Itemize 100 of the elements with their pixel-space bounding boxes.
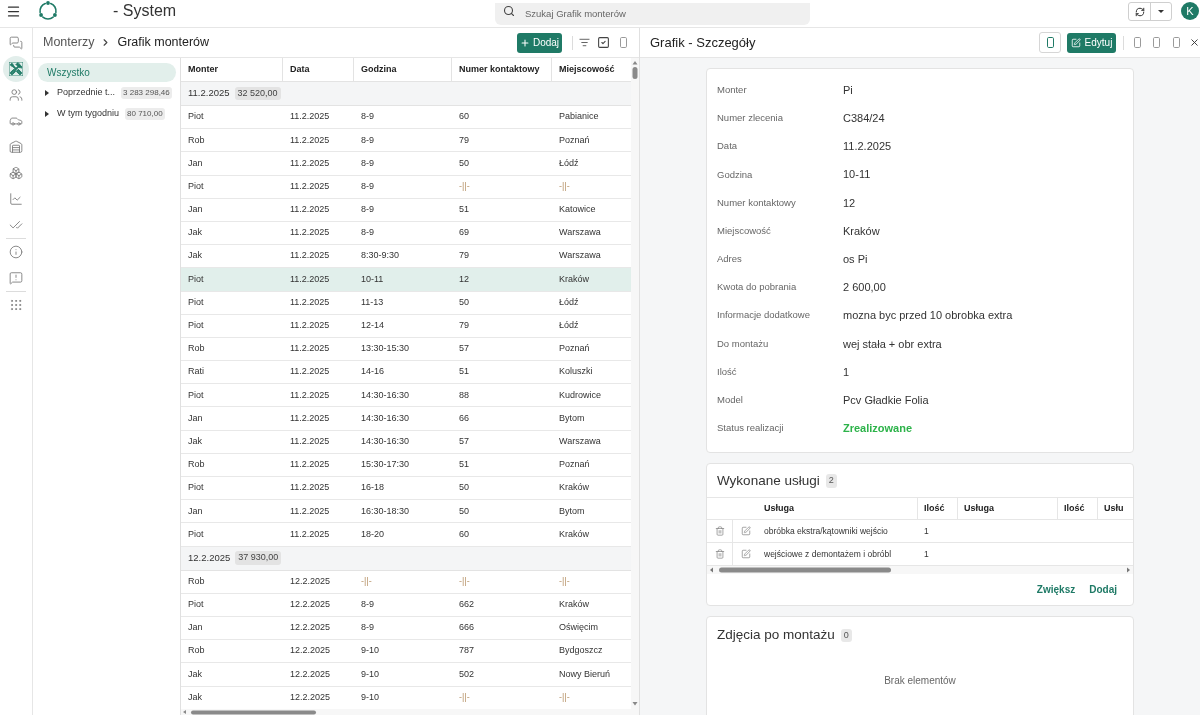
increase-button[interactable]: Zwiększ [1036, 582, 1076, 598]
table-cell-text: Jak [187, 690, 203, 704]
column-header[interactable]: Usługa [958, 498, 1058, 520]
add-service-button[interactable]: Dodaj [1089, 582, 1117, 598]
table-cell-text: 13:30-15:30 [360, 342, 411, 356]
table-cell-text: 14-16 [360, 365, 386, 379]
table-cell-text: Łódź [558, 319, 580, 333]
column-header[interactable]: Usłu [1098, 498, 1133, 520]
column-header[interactable]: Ilość [918, 498, 958, 520]
table-cell-text: Rob [187, 458, 206, 472]
table-cell-text: Poznań [558, 133, 591, 147]
table-cell-text: 50 [458, 481, 470, 495]
table-cell-text: 11.2.2025 [289, 481, 331, 495]
table-cell-text: 11.2.2025 [289, 156, 331, 170]
table-cell-text: Łódź [558, 156, 580, 170]
table-cell-text: 16-18 [360, 481, 386, 495]
rectangle-icon[interactable] [1173, 37, 1180, 48]
field-label: Kwota do pobrania [717, 280, 798, 295]
table-cell-text: 50 [458, 156, 470, 170]
edit-icon[interactable] [740, 549, 751, 560]
edit-button[interactable]: Edytuj [1067, 32, 1116, 53]
table-cell-text: 79 [458, 319, 470, 333]
table-cell-text: -||- [360, 574, 373, 588]
table-cell-text: Jak [187, 434, 203, 448]
table-cell-text: -||- [458, 574, 471, 588]
field-value: mozna byc przed 10 obrobka extra [843, 308, 1013, 324]
view-button[interactable] [1039, 32, 1061, 53]
user-avatar[interactable]: K [1181, 2, 1199, 20]
table-cell-text: 50 [458, 295, 470, 309]
search-field[interactable]: Szukaj Grafik monterów [495, 2, 810, 25]
group-date: 12.2.2025 [188, 550, 231, 565]
table-cell-text: Rob [187, 574, 206, 588]
tree-item[interactable]: Wszystko [38, 63, 176, 82]
add-button[interactable]: Dodaj [517, 32, 562, 53]
column-header[interactable]: Usługa [758, 498, 918, 520]
feedback-icon [9, 271, 23, 285]
column-header[interactable]: Data [283, 58, 354, 81]
tree-item[interactable]: W tym tygodniu [55, 106, 122, 121]
rectangle-icon[interactable] [1134, 37, 1141, 48]
panel-title: Grafik - Szczegóły [650, 33, 756, 52]
horizontal-scrollbar[interactable] [707, 566, 1133, 575]
table-cell-text: Warszawa [558, 434, 602, 448]
table-cell-text: 51 [458, 203, 470, 217]
tree-item[interactable]: Poprzednie t... [55, 85, 118, 100]
horizontal-scrollbar[interactable] [181, 709, 639, 715]
vertical-scrollbar[interactable] [631, 58, 639, 709]
nav-button[interactable] [3, 56, 29, 82]
close-icon[interactable] [1189, 37, 1200, 48]
table-cell-text: 662 [458, 598, 476, 612]
table-cell-text: 9-10 [360, 667, 380, 681]
trash-icon[interactable] [714, 526, 725, 537]
table-cell-text: 11.2.2025 [289, 458, 331, 472]
table-cell-text: 11.2.2025 [289, 179, 331, 193]
amount-badge: 80 710,00 [125, 107, 165, 120]
table-cell-text: -||- [458, 690, 471, 704]
caret-icon[interactable] [45, 110, 49, 117]
table-cell-text: Rob [187, 342, 206, 356]
tools-icon [9, 62, 23, 76]
table-cell-text: Piot [187, 110, 205, 124]
column-header[interactable]: Monter [181, 58, 283, 81]
field-label: Status realizacji [717, 421, 785, 436]
table-cell-text: 12 [458, 272, 470, 286]
filter-icon[interactable] [579, 37, 590, 48]
table-cell-text: 11.2.2025 [289, 365, 331, 379]
table-cell-text: 11.2.2025 [289, 434, 331, 448]
table-cell-text: 60 [458, 110, 470, 124]
edit-icon [1070, 37, 1081, 48]
field-label: Numer kontaktowy [717, 195, 797, 210]
edit-icon[interactable] [740, 526, 751, 537]
column-header[interactable]: Numer kontaktowy [452, 58, 552, 81]
table-cell-text: 11.2.2025 [289, 203, 331, 217]
field-value: Kraków [843, 223, 880, 239]
table-cell-text: -||- [558, 574, 571, 588]
trash-icon[interactable] [714, 549, 725, 560]
rectangle-icon[interactable] [1153, 37, 1160, 48]
table-cell-text: 8-9 [360, 156, 375, 170]
apps-icon [9, 298, 23, 312]
search-icon [503, 5, 515, 17]
field-value: 2 600,00 [843, 280, 886, 296]
table-cell-text: 14:30-16:30 [360, 411, 411, 425]
info-icon [9, 245, 23, 259]
checkbox-icon[interactable] [597, 36, 610, 49]
menu-icon[interactable] [6, 3, 21, 19]
table-row[interactable]: Piot 11.2.2025 10-11 12 Kraków [181, 268, 631, 292]
boxes-icon [9, 166, 23, 180]
rectangle-icon[interactable] [620, 37, 627, 48]
column-header[interactable]: Miejscowość [552, 58, 631, 81]
field-label: Adres [717, 252, 743, 267]
people-icon [9, 88, 23, 102]
column-header[interactable]: Godzina [354, 58, 452, 81]
table-cell-text: 502 [458, 667, 476, 681]
table-cell-text: Jan [187, 504, 204, 518]
page-title: Grafik monterów [117, 34, 210, 52]
field-value: Pi [843, 82, 853, 98]
table-cell-text: 14:30-16:30 [360, 388, 411, 402]
column-header[interactable]: Ilość [1058, 498, 1098, 520]
caret-icon[interactable] [45, 89, 49, 96]
breadcrumb-link[interactable]: Monterzy [43, 33, 95, 52]
table-cell-text: 11-13 [360, 295, 385, 309]
group-date: 11.2.2025 [188, 86, 230, 101]
